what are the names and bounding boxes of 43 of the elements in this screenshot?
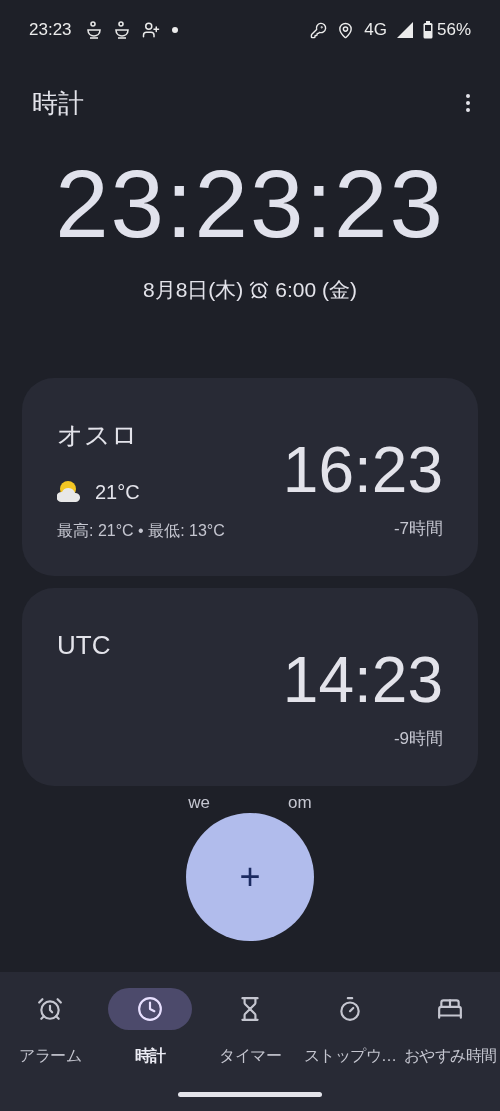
notification-icon <box>113 21 130 39</box>
current-time: 23:23:23 <box>55 156 445 252</box>
temperature-range: 最高: 21°C • 最低: 13°C <box>57 520 226 541</box>
person-add-icon <box>141 21 160 39</box>
nav-tab[interactable]: おやすみ時間 <box>400 988 500 1068</box>
status-time: 23:23 <box>29 19 72 42</box>
weather-attribution[interactable]: we <box>188 793 211 811</box>
alarm-clock-icon <box>37 996 63 1022</box>
location-icon <box>337 21 355 39</box>
city-time: 16:23 <box>282 438 443 502</box>
current-date: 8月8日(木) <box>142 277 244 303</box>
nav-label: ストップウ… <box>303 1046 397 1066</box>
nav-tab[interactable]: ストップウ… <box>300 988 400 1068</box>
clock-icon <box>137 996 163 1022</box>
nav-label: 時計 <box>134 1046 166 1066</box>
city-time: 14:23 <box>282 648 443 712</box>
battery-level: 56% <box>436 19 471 42</box>
time-offset: -7時間 <box>393 518 443 540</box>
network-type: 4G <box>364 19 387 42</box>
city-card[interactable]: オスロ 21°C 最高: 21°C • 最低: 13°C 16:23 -7時間 <box>22 377 478 576</box>
partly-cloudy-icon <box>57 479 83 504</box>
next-alarm: 6:00 (金) <box>275 277 358 303</box>
app-title: 時計 <box>32 86 84 120</box>
nav-tab[interactable]: アラーム <box>0 988 100 1068</box>
add-city-button[interactable]: + <box>186 812 314 941</box>
city-name: UTC <box>57 628 112 662</box>
nav-label: タイマー <box>219 1046 281 1066</box>
notification-icon <box>85 21 102 39</box>
nav-label: おやすみ時間 <box>403 1046 497 1066</box>
bed-icon <box>437 996 463 1022</box>
time-offset: -9時間 <box>393 728 443 750</box>
weather-attribution[interactable]: om <box>288 793 312 811</box>
nav-tab[interactable]: 時計 <box>100 988 200 1068</box>
alarm-icon <box>249 279 270 300</box>
stopwatch-icon <box>337 996 363 1022</box>
nav-tab[interactable]: タイマー <box>200 988 300 1068</box>
nav-label: アラーム <box>19 1046 81 1066</box>
city-card[interactable]: UTC 14:23 -9時間 <box>22 587 478 786</box>
temperature: 21°C <box>95 479 140 505</box>
battery-icon <box>422 21 433 39</box>
signal-icon <box>396 22 413 38</box>
key-icon <box>310 21 328 39</box>
city-name: オスロ <box>57 418 139 452</box>
